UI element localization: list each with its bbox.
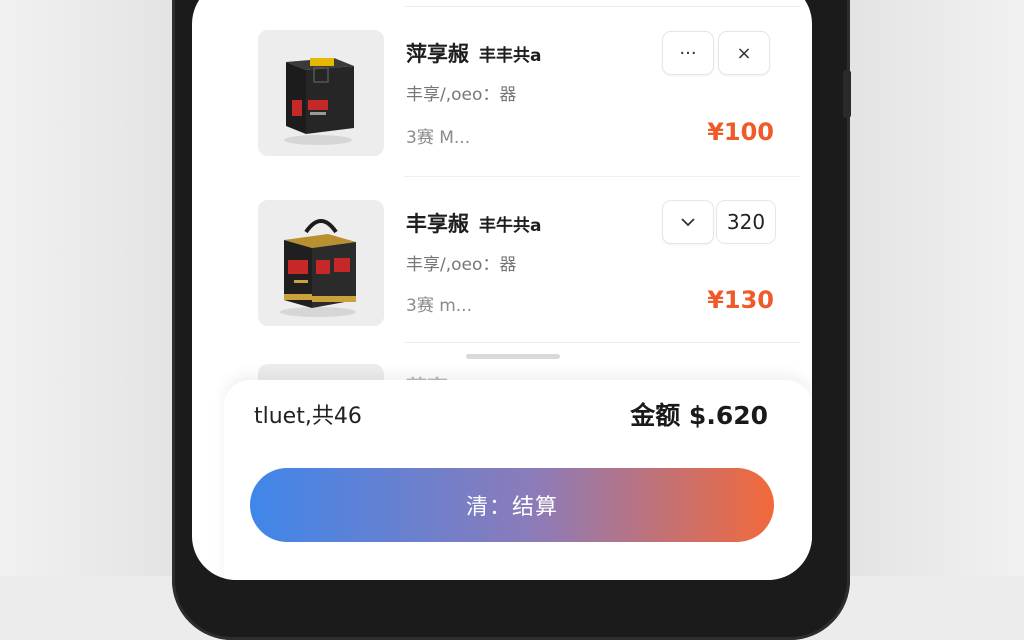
product-name: 丰享赧: [406, 212, 469, 236]
close-icon: ×: [736, 42, 752, 64]
checkout-button-label: 清：结算: [465, 495, 558, 520]
divider: [404, 342, 800, 343]
product-price: ¥130: [707, 286, 774, 314]
product-name: 萍享赧: [406, 42, 469, 66]
background-left: [0, 0, 180, 576]
sheet-drag-handle[interactable]: [466, 354, 560, 359]
product-detail: 3赛 m...: [406, 296, 472, 316]
background-right: [844, 0, 1024, 576]
divider: [404, 176, 800, 177]
remove-item-button[interactable]: ×: [718, 31, 770, 75]
product-title: 萍享赧 丰丰共a: [406, 38, 541, 68]
item-count-summary: tluet,共46: [254, 404, 362, 429]
product-subtitle: 丰牛共a: [479, 216, 542, 236]
total-amount: 金额 $.620: [630, 401, 768, 430]
product-title: 丰享赧 丰牛共a: [406, 208, 541, 238]
phone-screen: 萍享赧 丰丰共a 丰享/,oeo：器 3赛 M... ¥100 ··· × 丰享…: [192, 0, 812, 580]
product-subtitle: 丰丰共a: [479, 46, 542, 66]
quantity-dropdown-button[interactable]: [662, 200, 714, 244]
checkout-sheet: tluet,共46 金额 $.620 清：结算: [224, 380, 812, 580]
product-spec: 丰享/,oeo：器: [406, 85, 517, 105]
more-icon: ···: [679, 42, 697, 64]
phone-side-button: [843, 70, 851, 118]
product-price: ¥100: [707, 118, 774, 146]
product-spec: 丰享/,oeo：器: [406, 255, 517, 275]
product-image: [258, 30, 384, 156]
divider: [404, 6, 800, 7]
product-detail: 3赛 M...: [406, 128, 471, 148]
checkout-button[interactable]: 清：结算: [250, 468, 774, 542]
more-options-button[interactable]: ···: [662, 31, 714, 75]
chevron-down-icon: [681, 218, 695, 227]
product-image: [258, 200, 384, 326]
quantity-field[interactable]: 320: [716, 200, 776, 244]
